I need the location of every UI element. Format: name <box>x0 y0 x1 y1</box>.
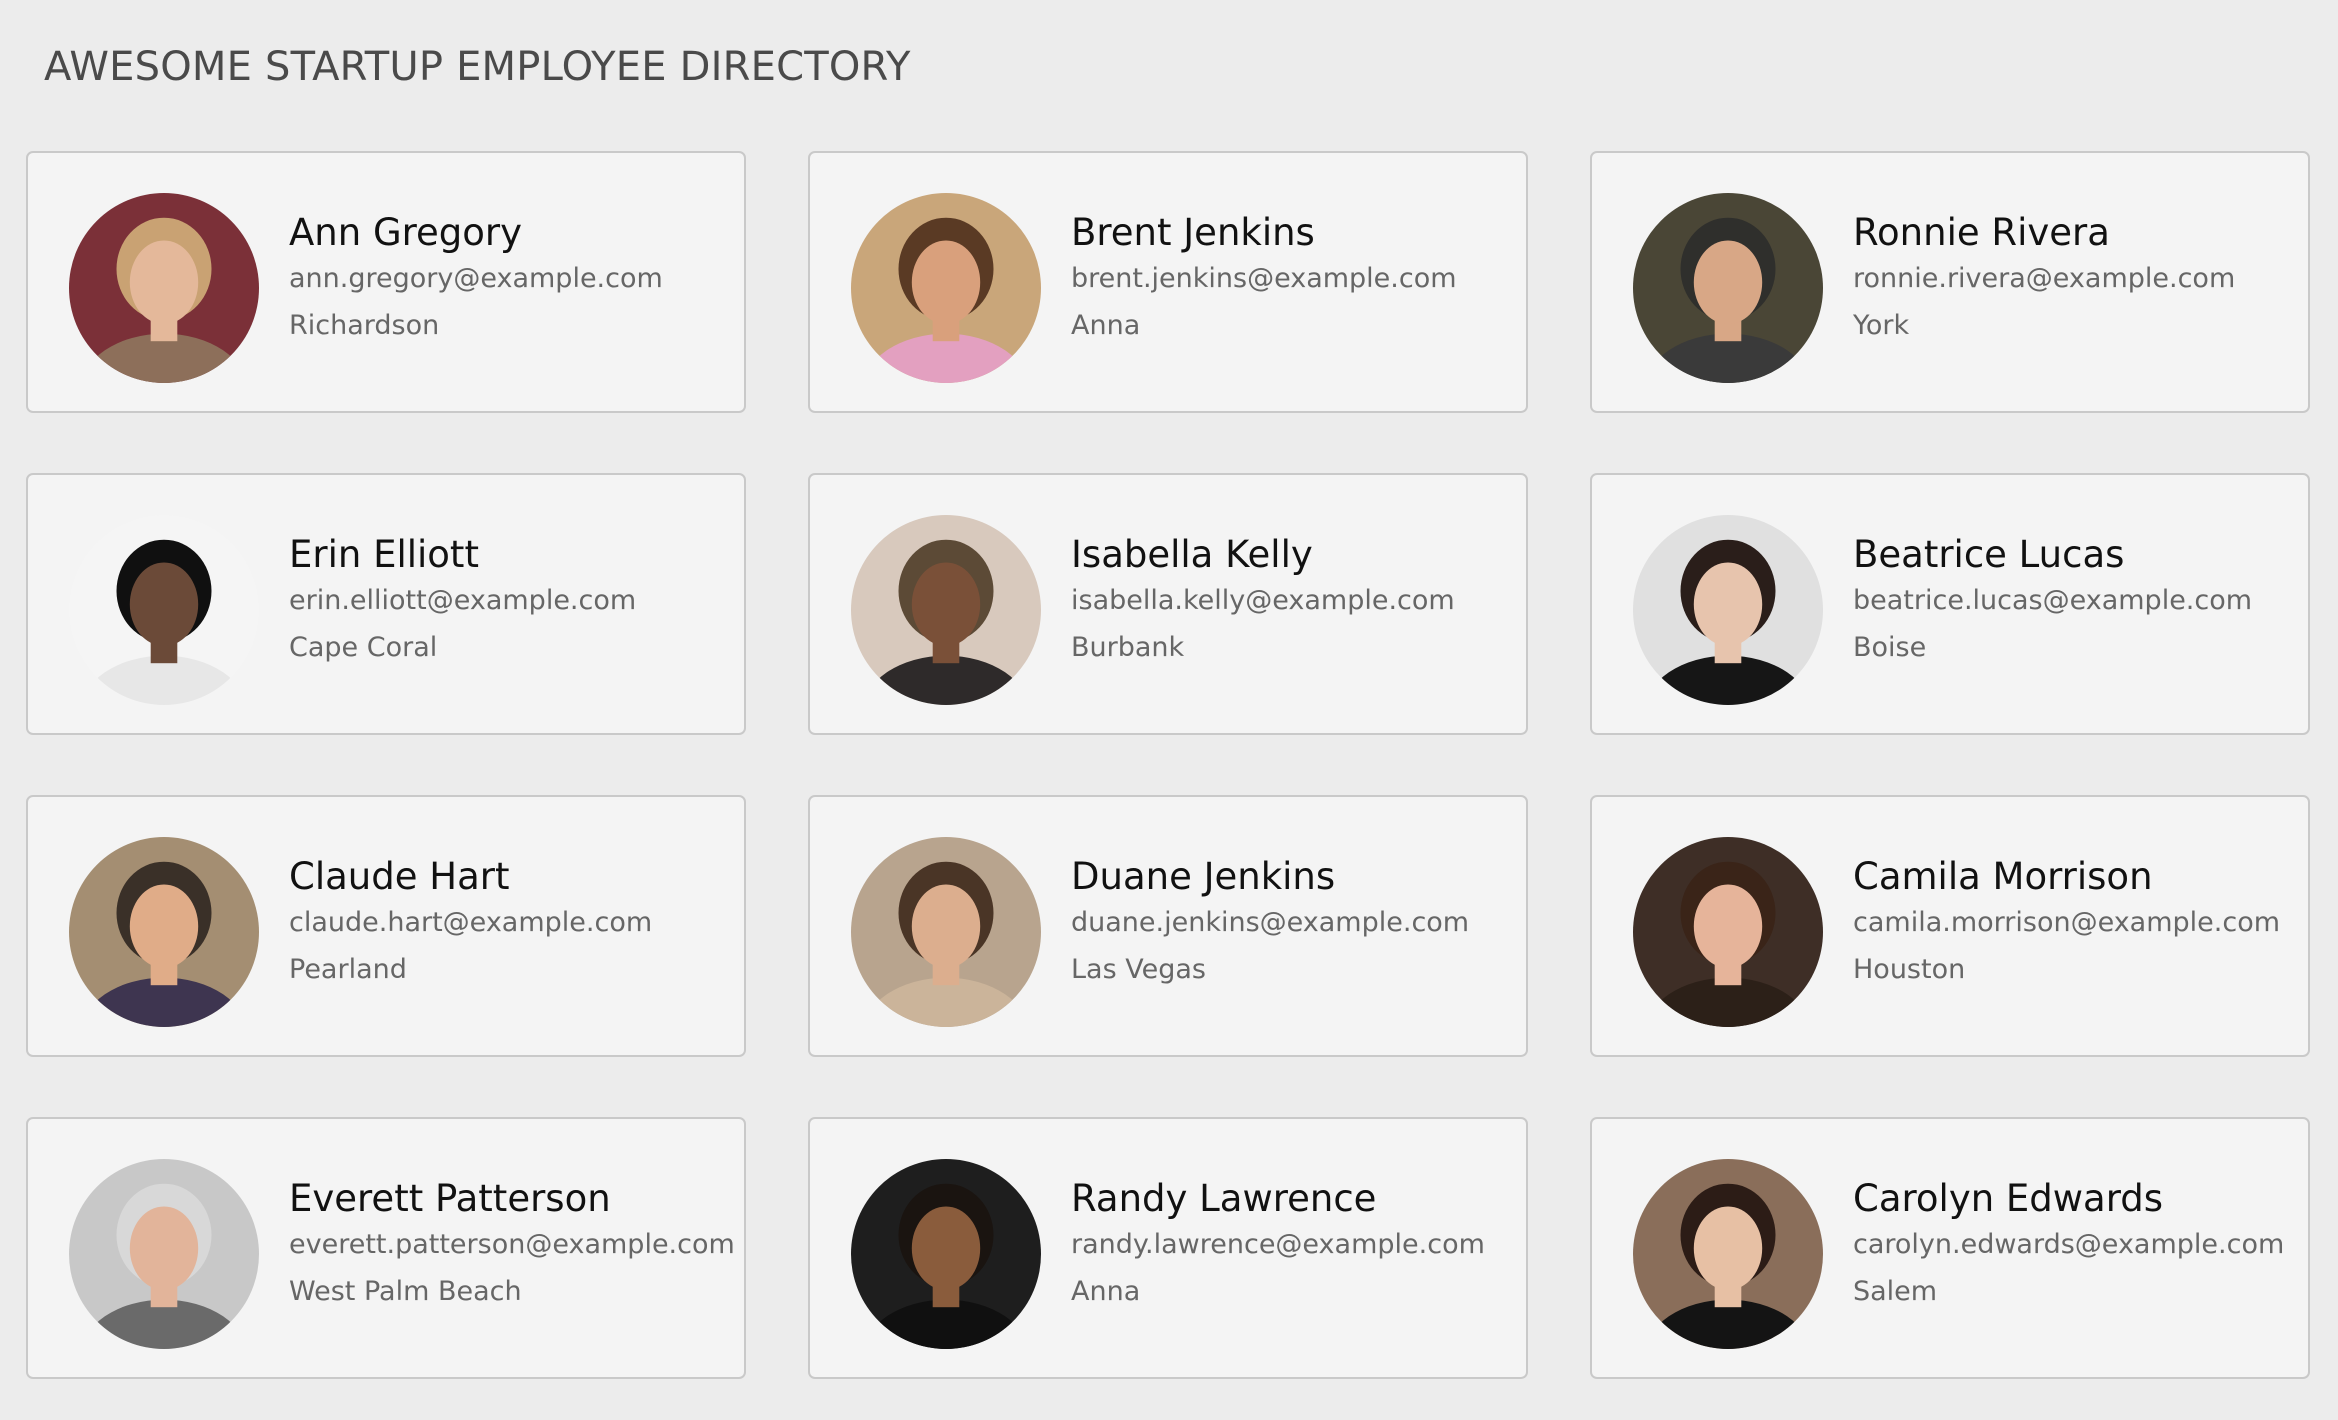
employee-card[interactable]: Ronnie Rivera ronnie.rivera@example.com … <box>1590 151 2310 413</box>
employee-card[interactable]: Erin Elliott erin.elliott@example.com Ca… <box>26 473 746 735</box>
employee-avatar <box>1633 837 1823 1027</box>
employee-name: Erin Elliott <box>289 533 479 576</box>
employee-email: duane.jenkins@example.com <box>1071 907 1470 938</box>
employee-card[interactable]: Beatrice Lucas beatrice.lucas@example.co… <box>1590 473 2310 735</box>
employee-city: Salem <box>1853 1276 1938 1307</box>
employee-city: Anna <box>1071 310 1141 341</box>
employee-avatar <box>1633 1159 1823 1349</box>
employee-email: erin.elliott@example.com <box>289 585 637 616</box>
employee-avatar <box>851 515 1041 705</box>
employee-card[interactable]: Everett Patterson everett.patterson@exam… <box>26 1117 746 1379</box>
employee-city: Houston <box>1853 954 1966 985</box>
employee-name: Ann Gregory <box>289 211 523 254</box>
employee-info: Beatrice Lucas beatrice.lucas@example.co… <box>1853 531 2296 666</box>
employee-card[interactable]: Randy Lawrence randy.lawrence@example.co… <box>808 1117 1528 1379</box>
employee-city: Cape Coral <box>289 632 438 663</box>
employee-city: Boise <box>1853 632 1927 663</box>
page-title: AWESOME STARTUP EMPLOYEE DIRECTORY <box>44 44 911 90</box>
employee-email: claude.hart@example.com <box>289 907 653 938</box>
employee-name: Brent Jenkins <box>1071 211 1315 254</box>
employee-info: Randy Lawrence randy.lawrence@example.co… <box>1071 1175 1514 1310</box>
employee-city: West Palm Beach <box>289 1276 522 1307</box>
employee-email: brent.jenkins@example.com <box>1071 263 1457 294</box>
employee-info: Ronnie Rivera ronnie.rivera@example.com … <box>1853 209 2296 344</box>
employee-info: Duane Jenkins duane.jenkins@example.com … <box>1071 853 1514 988</box>
employee-card[interactable]: Claude Hart claude.hart@example.com Pear… <box>26 795 746 1057</box>
employee-avatar <box>69 193 259 383</box>
employee-card[interactable]: Brent Jenkins brent.jenkins@example.com … <box>808 151 1528 413</box>
employee-info: Erin Elliott erin.elliott@example.com Ca… <box>289 531 732 666</box>
employee-email: camila.morrison@example.com <box>1853 907 2281 938</box>
employee-avatar <box>1633 515 1823 705</box>
employee-avatar <box>69 1159 259 1349</box>
employee-name: Ronnie Rivera <box>1853 211 2110 254</box>
employee-avatar <box>851 1159 1041 1349</box>
employee-avatar <box>851 193 1041 383</box>
employee-email: isabella.kelly@example.com <box>1071 585 1455 616</box>
employee-city: Anna <box>1071 1276 1141 1307</box>
employee-card[interactable]: Isabella Kelly isabella.kelly@example.co… <box>808 473 1528 735</box>
employee-email: ronnie.rivera@example.com <box>1853 263 2236 294</box>
employee-name: Carolyn Edwards <box>1853 1177 2164 1220</box>
employee-avatar <box>851 837 1041 1027</box>
employee-name: Everett Patterson <box>289 1177 611 1220</box>
employee-email: beatrice.lucas@example.com <box>1853 585 2253 616</box>
employee-email: everett.patterson@example.com <box>289 1229 735 1260</box>
employee-info: Carolyn Edwards carolyn.edwards@example.… <box>1853 1175 2296 1310</box>
employee-card[interactable]: Camila Morrison camila.morrison@example.… <box>1590 795 2310 1057</box>
employee-card[interactable]: Duane Jenkins duane.jenkins@example.com … <box>808 795 1528 1057</box>
employee-info: Isabella Kelly isabella.kelly@example.co… <box>1071 531 1514 666</box>
employee-avatar <box>69 837 259 1027</box>
employee-name: Duane Jenkins <box>1071 855 1336 898</box>
employee-avatar <box>69 515 259 705</box>
employee-card[interactable]: Ann Gregory ann.gregory@example.com Rich… <box>26 151 746 413</box>
employee-info: Camila Morrison camila.morrison@example.… <box>1853 853 2296 988</box>
employee-email: ann.gregory@example.com <box>289 263 663 294</box>
employee-email: carolyn.edwards@example.com <box>1853 1229 2285 1260</box>
employee-name: Beatrice Lucas <box>1853 533 2125 576</box>
employee-info: Claude Hart claude.hart@example.com Pear… <box>289 853 732 988</box>
employee-avatar <box>1633 193 1823 383</box>
employee-name: Randy Lawrence <box>1071 1177 1377 1220</box>
employee-info: Brent Jenkins brent.jenkins@example.com … <box>1071 209 1514 344</box>
employee-info: Everett Patterson everett.patterson@exam… <box>289 1175 735 1310</box>
employee-name: Camila Morrison <box>1853 855 2153 898</box>
employee-city: Las Vegas <box>1071 954 1206 985</box>
employee-name: Isabella Kelly <box>1071 533 1313 576</box>
employee-city: York <box>1853 310 1910 341</box>
employee-grid: Ann Gregory ann.gregory@example.com Rich… <box>26 151 2310 1379</box>
employee-city: Pearland <box>289 954 407 985</box>
employee-city: Richardson <box>289 310 440 341</box>
employee-city: Burbank <box>1071 632 1185 663</box>
employee-name: Claude Hart <box>289 855 510 898</box>
employee-email: randy.lawrence@example.com <box>1071 1229 1485 1260</box>
employee-info: Ann Gregory ann.gregory@example.com Rich… <box>289 209 732 344</box>
employee-card[interactable]: Carolyn Edwards carolyn.edwards@example.… <box>1590 1117 2310 1379</box>
